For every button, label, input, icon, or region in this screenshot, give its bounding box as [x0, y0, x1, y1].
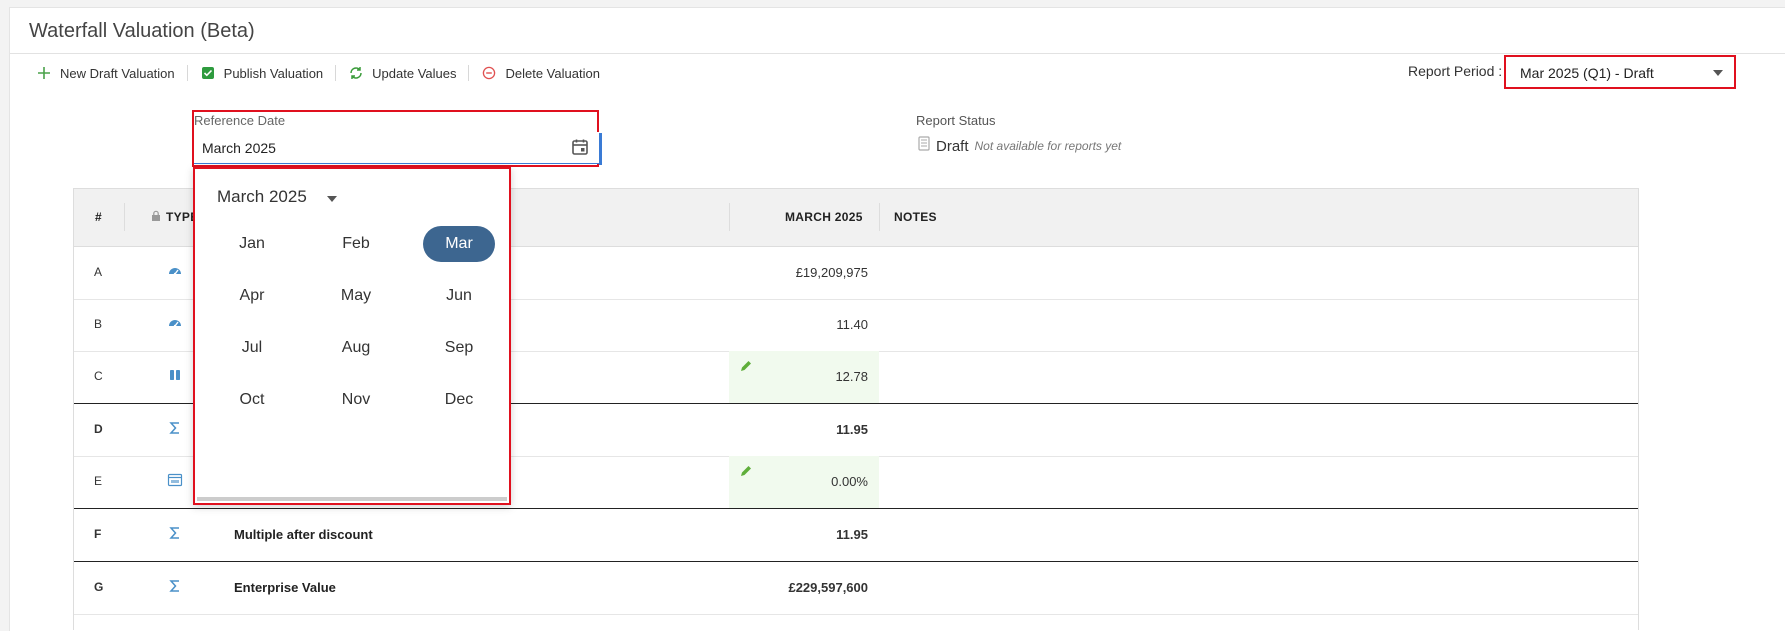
row-name: Multiple after discount	[234, 527, 373, 542]
month-jul[interactable]: Jul	[216, 330, 288, 366]
checkbox-icon	[200, 65, 216, 81]
report-period-select[interactable]: Mar 2025 (Q1) - Draft	[1504, 55, 1736, 89]
row-value: £229,597,600	[788, 580, 868, 595]
row-value: 11.95	[836, 527, 868, 542]
row-id: B	[94, 317, 103, 331]
update-values-label: Update Values	[372, 65, 457, 81]
minus-circle-icon	[481, 65, 497, 81]
month-nov[interactable]: Nov	[320, 382, 392, 418]
lock-icon	[151, 209, 161, 227]
reference-date-input[interactable]: March 2025	[194, 132, 601, 164]
row-id: D	[94, 422, 103, 436]
month-oct[interactable]: Oct	[216, 382, 288, 418]
report-status: Draft Not available for reports yet	[918, 136, 1121, 156]
month-picker-dropdown: March 2025 Jan Feb Mar Apr May Jun Jul A…	[193, 167, 511, 505]
row-value: 11.95	[836, 422, 868, 437]
report-period-label: Report Period :	[1408, 63, 1503, 79]
month-mar[interactable]: Mar	[423, 226, 495, 262]
title-bar: Waterfall Valuation (Beta)	[10, 8, 1785, 54]
publish-valuation-button[interactable]: Publish Valuation	[188, 65, 336, 81]
month-dec[interactable]: Dec	[423, 382, 495, 418]
column-header-id: #	[95, 210, 102, 224]
report-status-label: Report Status	[916, 113, 996, 128]
update-values-button[interactable]: Update Values	[336, 65, 468, 81]
month-may[interactable]: May	[320, 278, 392, 314]
column-header-march-2025[interactable]: MARCH 2025	[785, 210, 863, 224]
plus-icon	[36, 65, 52, 81]
dropdown-scroll-edge	[197, 497, 507, 501]
status-document-icon	[918, 136, 930, 156]
new-draft-valuation-button[interactable]: New Draft Valuation	[28, 65, 187, 81]
report-period-value: Mar 2025 (Q1) - Draft	[1520, 65, 1654, 81]
publish-valuation-label: Publish Valuation	[223, 65, 324, 81]
reference-date-value: March 2025	[202, 140, 276, 156]
refresh-icon	[348, 65, 364, 81]
pencil-icon[interactable]	[739, 359, 753, 373]
row-value[interactable]: 0.00%	[831, 474, 868, 489]
new-draft-valuation-label: New Draft Valuation	[60, 65, 175, 81]
row-id: C	[94, 369, 103, 383]
calendar-icon	[167, 472, 183, 488]
row-id: A	[94, 265, 103, 279]
chevron-down-icon	[1713, 70, 1723, 76]
pause-icon	[167, 367, 183, 383]
chevron-down-icon[interactable]	[327, 196, 337, 202]
row-id: E	[94, 474, 103, 488]
month-jun[interactable]: Jun	[423, 278, 495, 314]
month-feb[interactable]: Feb	[320, 226, 392, 262]
table-row[interactable]: F Multiple after discount 11.95	[74, 509, 1638, 562]
sigma-icon	[167, 525, 183, 541]
calendar-icon[interactable]	[571, 138, 589, 156]
sigma-icon	[167, 420, 183, 436]
row-value: 11.40	[836, 317, 868, 332]
pencil-icon[interactable]	[739, 464, 753, 478]
delete-valuation-button[interactable]: Delete Valuation	[469, 65, 611, 81]
sigma-icon	[167, 578, 183, 594]
month-aug[interactable]: Aug	[320, 330, 392, 366]
column-divider	[879, 203, 880, 231]
column-header-notes[interactable]: NOTES	[894, 210, 937, 224]
gauge-icon	[167, 315, 183, 331]
month-apr[interactable]: Apr	[216, 278, 288, 314]
report-status-note: Not available for reports yet	[974, 139, 1122, 153]
column-divider	[729, 203, 730, 231]
row-name: Enterprise Value	[234, 580, 336, 595]
row-id: F	[94, 527, 102, 541]
column-divider	[124, 203, 125, 231]
gauge-icon	[167, 263, 183, 279]
row-id: G	[94, 580, 104, 594]
reference-date-label: Reference Date	[194, 113, 286, 128]
month-sep[interactable]: Sep	[423, 330, 495, 366]
month-picker-year-toggle[interactable]: March 2025	[217, 187, 307, 207]
table-row[interactable]: G Enterprise Value £229,597,600	[74, 562, 1638, 615]
page-title: Waterfall Valuation (Beta)	[29, 20, 255, 42]
input-focus-indicator	[599, 133, 602, 165]
row-value[interactable]: 12.78	[835, 369, 868, 384]
report-status-value: Draft	[936, 137, 969, 155]
row-value: £19,209,975	[795, 265, 868, 280]
toolbar: New Draft Valuation Publish Valuation Up…	[28, 62, 612, 84]
delete-valuation-label: Delete Valuation	[505, 65, 600, 81]
month-jan[interactable]: Jan	[216, 226, 288, 262]
